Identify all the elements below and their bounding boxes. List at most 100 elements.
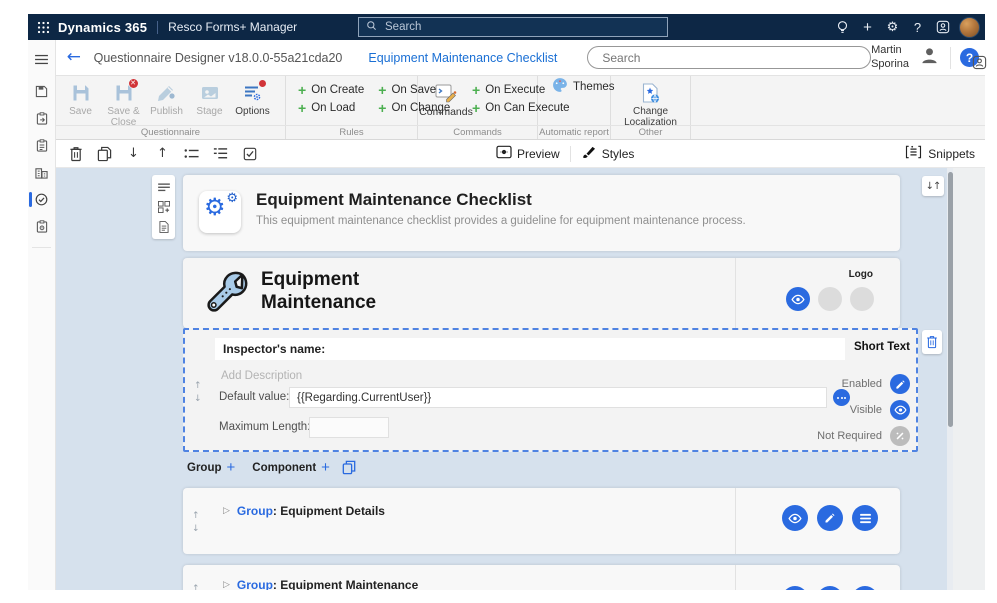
stage-button[interactable]: Stage (188, 80, 231, 117)
options-button[interactable]: Options (231, 80, 274, 117)
user-avatar[interactable] (959, 17, 980, 38)
add-group-button[interactable]: + (227, 460, 236, 475)
publish-icon (156, 82, 178, 104)
text-block-icon[interactable] (157, 181, 170, 193)
ribbon: Save ✕ Save & Close Publish Stage Option… (56, 76, 985, 140)
scrollbar-thumb[interactable] (948, 172, 953, 427)
group-visible-eye-button[interactable] (782, 505, 808, 531)
move-up-icon[interactable]: ↑ (154, 145, 171, 162)
maximum-length-input[interactable] (309, 417, 389, 438)
sidebar-item-clipboard-list-icon[interactable] (28, 132, 55, 159)
logo-option-button[interactable] (850, 287, 874, 311)
visible-toggle-eye-icon[interactable] (890, 400, 910, 420)
group-card[interactable]: ↑↓ ▷ Group: Equipment Details (183, 488, 900, 554)
group-card[interactable]: ↑↓ ▷ Group: Equipment Maintenance (183, 565, 900, 590)
group-menu-button[interactable] (852, 505, 878, 531)
duplicate-icon[interactable] (96, 145, 113, 162)
questionnaire-title: Equipment Maintenance Checklist (256, 175, 746, 210)
help-icon[interactable]: ? (905, 14, 930, 40)
questionnaire-header-card[interactable]: ⚙ ⚙ Equipment Maintenance Checklist This… (183, 175, 900, 251)
bullet-list-icon[interactable] (183, 145, 200, 162)
selected-question-block[interactable]: Add Description ↑↓ Default value: Maximu… (183, 328, 918, 452)
top-navigation-bar: Dynamics 365 Resco Forms+ Manager + ⚙ ? (28, 14, 985, 40)
sidebar-item-clipboard-settings-icon[interactable] (28, 213, 55, 240)
question-title-input[interactable] (215, 338, 845, 360)
group-visible-eye-button[interactable] (782, 586, 808, 590)
checkbox-icon[interactable] (241, 145, 258, 162)
sidebar-item-clipboard-export-icon[interactable] (28, 105, 55, 132)
document-title-link[interactable]: Equipment Maintenance Checklist (368, 51, 557, 65)
questionnaire-gears-icon: ⚙ ⚙ (199, 191, 241, 233)
menu-icon[interactable] (28, 46, 55, 72)
reorder-arrows[interactable]: ↑↓ (192, 583, 200, 590)
sidebar-item-save-icon[interactable] (28, 78, 55, 105)
logo-option-button[interactable] (818, 287, 842, 311)
left-nav-rail (28, 40, 56, 590)
app-brand[interactable]: Dynamics 365 (58, 20, 147, 35)
default-value-input[interactable] (289, 387, 827, 408)
delete-icon[interactable] (67, 145, 84, 162)
enabled-toggle-pencil-icon[interactable] (890, 374, 910, 394)
settings-gear-icon[interactable]: ⚙ (880, 14, 905, 40)
on-load-button[interactable]: +On Load (298, 101, 364, 114)
commands-icon (435, 82, 457, 104)
designer-canvas: ↓↑ ⚙ ⚙ Equipment Maintenance Checklist T… (56, 168, 985, 590)
reorder-sort-icon[interactable]: ↓↑ (922, 176, 944, 196)
snippets-button[interactable]: Snippets (905, 145, 975, 162)
form-title-card[interactable]: Equipment Maintenance Logo (183, 258, 900, 328)
indent-list-icon[interactable] (212, 145, 229, 162)
logo-panel: Logo (735, 258, 900, 328)
move-down-icon[interactable]: ↓ (125, 145, 142, 162)
commands-button[interactable]: Commands (422, 80, 470, 118)
default-value-label: Default value: (219, 391, 289, 403)
group-edit-pencil-button[interactable] (817, 505, 843, 531)
paste-component-icon[interactable] (342, 460, 356, 475)
not-required-toggle-slash-icon[interactable] (890, 426, 910, 446)
form-title: Equipment Maintenance (261, 268, 376, 314)
save-and-close-button[interactable]: ✕ Save & Close (102, 80, 145, 128)
sidebar-item-questionnaires-icon[interactable] (28, 186, 55, 213)
reorder-arrows[interactable]: ↑↓ (194, 380, 202, 405)
styles-button[interactable]: Styles (581, 144, 635, 163)
add-group-label: Group (187, 462, 222, 474)
change-localization-icon (640, 82, 662, 104)
reorder-arrows[interactable]: ↑↓ (192, 510, 200, 535)
publish-button[interactable]: Publish (145, 80, 188, 117)
header-actions: MartinSporina ? (871, 44, 985, 72)
grid-add-icon[interactable] (157, 201, 170, 213)
plus-icon[interactable]: + (855, 14, 880, 40)
group-menu-button[interactable] (852, 586, 878, 590)
group-title: Group: Equipment Maintenance (237, 578, 418, 590)
logo-visible-eye-button[interactable] (786, 287, 810, 311)
waffle-icon[interactable] (28, 21, 58, 34)
add-component-button[interactable]: + (321, 460, 330, 475)
group-edit-pencil-button[interactable] (817, 586, 843, 590)
divider (157, 21, 158, 34)
logo-label: Logo (849, 269, 873, 280)
styles-brush-icon (581, 144, 597, 163)
lightbulb-icon[interactable] (830, 14, 855, 40)
global-search[interactable] (358, 17, 668, 37)
expand-triangle-icon[interactable]: ▷ (223, 506, 230, 516)
feedback-icon[interactable] (930, 14, 955, 40)
page-icon[interactable] (157, 221, 170, 233)
preview-button[interactable]: Preview (496, 145, 560, 162)
delete-question-button[interactable] (922, 330, 942, 354)
expand-triangle-icon[interactable]: ▷ (223, 580, 230, 590)
change-localization-button[interactable]: Change Localization (619, 80, 683, 128)
ribbon-group-label: Commands (418, 126, 537, 139)
back-arrow-icon[interactable]: ← (66, 49, 82, 66)
save-button[interactable]: Save (59, 80, 102, 117)
snippets-icon (905, 145, 922, 162)
options-icon (242, 82, 264, 104)
person-icon[interactable] (918, 44, 941, 72)
feedback-icon[interactable] (972, 55, 987, 75)
ribbon-group-automatic-report: Themes Automatic report (538, 76, 611, 139)
sidebar-item-organization-icon[interactable] (28, 159, 55, 186)
on-create-button[interactable]: +On Create (298, 83, 364, 96)
designer-search-input[interactable] (587, 46, 871, 69)
divider (570, 146, 571, 162)
add-description-placeholder[interactable]: Add Description (221, 370, 302, 382)
global-search-input[interactable] (383, 20, 660, 34)
ribbon-group-other: Change Localization Other (611, 76, 691, 139)
